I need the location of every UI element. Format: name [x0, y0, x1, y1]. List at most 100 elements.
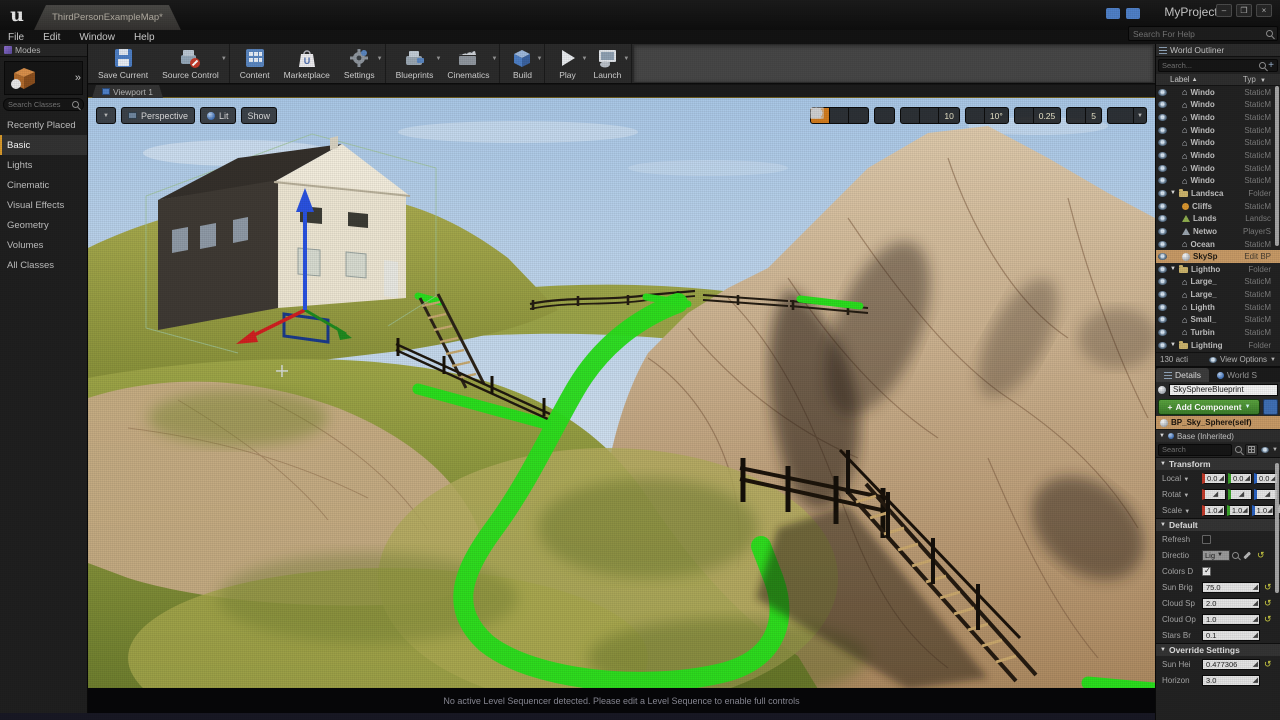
visibility-eye-icon[interactable] [1158, 127, 1167, 134]
outliner-row[interactable]: ⌂OceanStaticM [1156, 238, 1280, 251]
outliner-row[interactable]: ⌂Large_StaticM [1156, 288, 1280, 301]
lit-mode-button[interactable]: Lit [200, 107, 236, 124]
minimize-button[interactable]: – [1216, 4, 1232, 17]
visibility-eye-icon[interactable] [1158, 329, 1167, 336]
details-scrollbar[interactable] [1275, 463, 1279, 593]
settings-button[interactable]: Settings ▼ [337, 44, 382, 83]
menu-help[interactable]: Help [134, 32, 166, 43]
marketplace-button[interactable]: U Marketplace [277, 44, 337, 83]
maximize-viewport-button[interactable] [1108, 108, 1134, 123]
rotation-snap-value[interactable]: 10° [985, 108, 1008, 123]
mode-item-basic[interactable]: Basic [0, 135, 87, 155]
outliner-row[interactable]: NetwoPlayerS [1156, 225, 1280, 238]
expand-arrow-icon[interactable]: ▼ [1159, 433, 1165, 439]
component-self-row[interactable]: BP_Sky_Sphere(self) [1156, 416, 1280, 429]
classes-search[interactable] [3, 98, 84, 111]
outliner-row-folder[interactable]: ▼LightingFolder [1156, 339, 1280, 352]
outliner-row[interactable]: LandsLandsc [1156, 212, 1280, 225]
visibility-eye-icon[interactable] [1158, 278, 1167, 285]
outliner-row[interactable]: ⌂WindoStaticM [1156, 162, 1280, 175]
expand-arrow-icon[interactable]: ▼ [1170, 190, 1176, 196]
scale-label[interactable]: Scale ▼ [1162, 506, 1200, 515]
scale-tool-button[interactable] [849, 108, 868, 123]
outliner-search-input[interactable] [1162, 61, 1259, 70]
visibility-eye-icon[interactable] [1158, 152, 1167, 159]
expand-arrow-icon[interactable]: ▼ [1170, 266, 1176, 272]
world-local-toggle[interactable] [875, 108, 894, 123]
details-search-input[interactable] [1158, 444, 1232, 456]
add-filter-icon[interactable]: + [1268, 60, 1274, 71]
outliner-row[interactable]: ⌂WindoStaticM [1156, 111, 1280, 124]
menu-file[interactable]: File [8, 32, 35, 43]
add-component-button[interactable]: + Add Component ▼ [1158, 399, 1260, 415]
visibility-eye-icon[interactable] [1158, 177, 1167, 184]
visibility-eye-icon[interactable] [1158, 253, 1167, 260]
outliner-row[interactable]: ⌂WindoStaticM [1156, 86, 1280, 99]
camera-speed-value[interactable]: 5 [1086, 108, 1101, 123]
outliner-row[interactable]: ⌂Small_StaticM [1156, 314, 1280, 327]
outliner-row[interactable]: ⌂Large_StaticM [1156, 276, 1280, 289]
outliner-search[interactable]: + [1158, 59, 1278, 72]
view-options-button[interactable]: View Options ▼ [1209, 355, 1276, 364]
browse-icon[interactable] [1232, 552, 1239, 559]
visibility-eye-icon[interactable] [1158, 304, 1167, 311]
visibility-eye-icon[interactable] [1158, 101, 1167, 108]
send-feedback-icon[interactable] [1106, 8, 1120, 19]
report-bug-icon[interactable] [1126, 8, 1140, 19]
visibility-eye-icon[interactable] [1158, 203, 1167, 210]
visibility-eye-icon[interactable] [1158, 165, 1167, 172]
expand-chevron-icon[interactable]: » [75, 72, 79, 84]
reset-to-default-icon[interactable]: ↺ [1264, 659, 1272, 669]
visibility-eye-icon[interactable] [1158, 215, 1167, 222]
viewport[interactable]: ▼ Perspective Lit Show [88, 98, 1155, 688]
mode-item-visual-effects[interactable]: Visual Effects [0, 195, 87, 215]
outliner-row[interactable]: CliffsStaticM [1156, 200, 1280, 213]
visibility-eye-icon[interactable] [1158, 114, 1167, 121]
outliner-row[interactable]: ⌂LighthStaticM [1156, 301, 1280, 314]
visibility-eye-icon[interactable] [1158, 89, 1167, 96]
show-flags-button[interactable]: Show [241, 107, 278, 124]
grid-snap-value[interactable]: 10 [939, 108, 958, 123]
classes-search-input[interactable] [8, 100, 72, 109]
sun-brightness-field[interactable]: 75.0◢ [1202, 582, 1260, 593]
layout-dropdown[interactable]: ▼ [1134, 108, 1146, 123]
horizon-field[interactable]: 3.0◢ [1202, 675, 1260, 686]
rotate-tool-button[interactable] [830, 108, 849, 123]
outliner-column-headers[interactable]: Label▲ Typ ▼ [1156, 74, 1280, 86]
edit-blueprint-button[interactable] [1263, 399, 1278, 415]
outliner-row[interactable]: ⌂WindoStaticM [1156, 124, 1280, 137]
content-button[interactable]: Content [233, 44, 277, 83]
visibility-eye-icon[interactable] [1158, 342, 1167, 349]
actor-name-field[interactable] [1169, 384, 1278, 396]
mode-item-geometry[interactable]: Geometry [0, 215, 87, 235]
outliner-row-folder[interactable]: ▼LighthoFolder [1156, 263, 1280, 276]
visibility-eye-icon[interactable] [1158, 139, 1167, 146]
scale-snap-button[interactable] [1015, 108, 1034, 123]
outliner-row[interactable]: ⌂WindoStaticM [1156, 149, 1280, 162]
location-label[interactable]: Local ▼ [1162, 474, 1200, 483]
visibility-eye-icon[interactable] [1158, 266, 1167, 273]
sun-height-field[interactable]: 0.477306◢ [1202, 659, 1260, 670]
expand-arrow-icon[interactable]: ▼ [1170, 342, 1176, 348]
visibility-eye-icon[interactable] [1158, 228, 1167, 235]
cinematics-button[interactable]: Cinematics ▼ [440, 44, 496, 83]
mode-item-all-classes[interactable]: All Classes [0, 255, 87, 275]
perspective-button[interactable]: Perspective [121, 107, 195, 124]
outliner-scrollbar[interactable] [1275, 86, 1279, 246]
stars-brightness-field[interactable]: 0.1◢ [1202, 630, 1260, 641]
outliner-row-selected[interactable]: SkySpEdit BP [1156, 250, 1280, 263]
rotation-label[interactable]: Rotat ▼ [1162, 490, 1200, 499]
viewport-options-dropdown[interactable]: ▼ [96, 107, 116, 124]
help-search-input[interactable] [1133, 29, 1266, 39]
level-tab[interactable]: ThirdPersonExampleMap* [34, 5, 181, 30]
world-outliner-header[interactable]: World Outliner [1156, 44, 1280, 57]
camera-speed-button[interactable] [1067, 108, 1086, 123]
modes-panel-header[interactable]: Modes [0, 44, 87, 57]
chevron-down-icon[interactable]: ▼ [623, 56, 629, 62]
chevron-down-icon[interactable]: ▼ [537, 56, 543, 62]
viewport-3d-scene[interactable] [88, 98, 1155, 688]
outliner-row[interactable]: ⌂TurbinStaticM [1156, 326, 1280, 339]
component-base-row[interactable]: ▼ Base (Inherited) [1156, 429, 1280, 442]
placement-mode-thumbnail[interactable]: » [4, 61, 83, 95]
reset-to-default-icon[interactable]: ↺ [1257, 550, 1265, 560]
